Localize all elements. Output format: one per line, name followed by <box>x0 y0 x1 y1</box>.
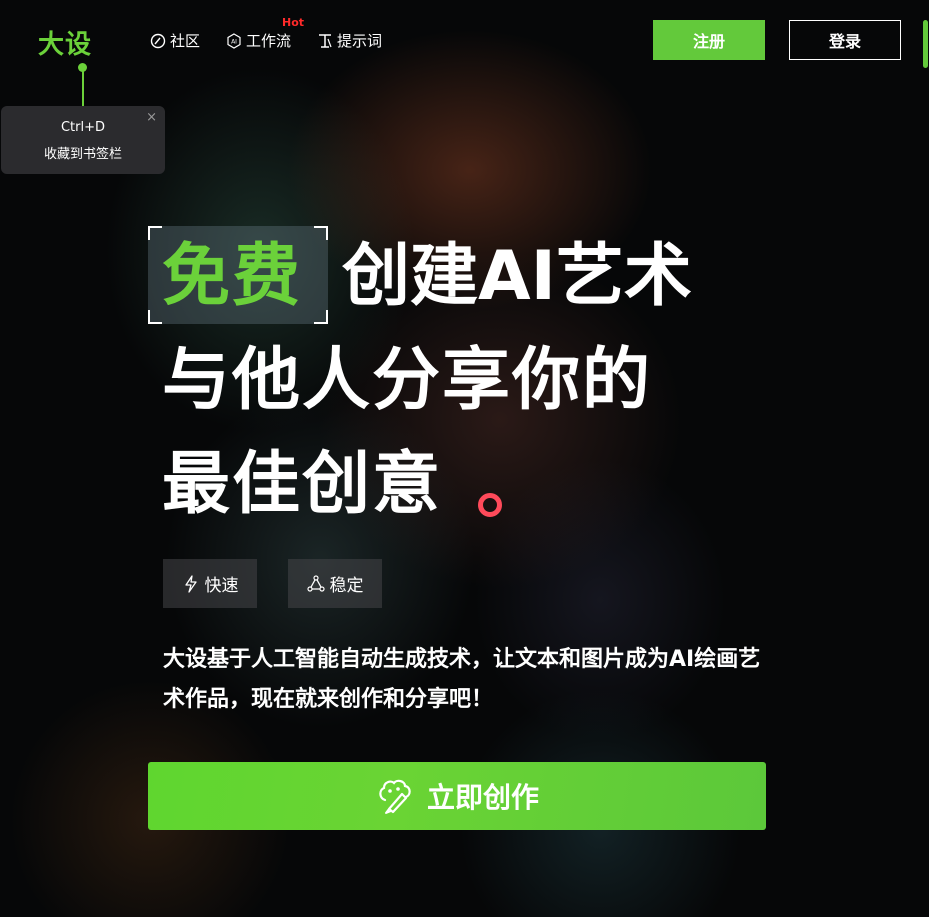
hero-title-line2: 与他人分享你的 <box>162 341 653 420</box>
triangle-nodes-icon <box>306 574 325 592</box>
tag-fast-label: 快速 <box>204 576 239 596</box>
corner-bracket <box>148 310 162 324</box>
corner-bracket <box>148 226 162 240</box>
period-circle <box>478 493 502 517</box>
nav-workflow-label: 工作流 <box>246 32 292 50</box>
nav-community[interactable]: 社区 <box>150 30 200 51</box>
nav-prompt-label: 提示词 <box>337 32 383 50</box>
login-button[interactable]: 登录 <box>789 20 901 60</box>
nav-community-label: 社区 <box>170 32 201 50</box>
tag-fast: 快速 <box>163 559 257 608</box>
brain-brush-icon <box>379 779 411 814</box>
nav-prompt[interactable]: 提示词 <box>317 30 382 51</box>
tag-stable-label: 稳定 <box>329 576 364 596</box>
tag-stable: 稳定 <box>288 559 382 608</box>
tooltip-text: 收藏到书签栏 <box>43 147 122 162</box>
header: 大设 社区 AI 工作流 Hot 提示词 注册 登录 <box>0 0 929 80</box>
tooltip-pointer-line <box>82 68 84 106</box>
hero-description: 大设基于人工智能自动生成技术，让文本和图片成为AI绘画艺术作品，现在就来创作和分… <box>163 647 761 712</box>
create-now-button[interactable]: 立即创作 <box>148 762 766 830</box>
hot-badge: Hot <box>282 16 305 29</box>
corner-bracket <box>314 310 328 324</box>
logo[interactable]: 大设 <box>38 24 92 61</box>
community-icon <box>150 33 166 48</box>
close-icon[interactable]: × <box>146 110 157 125</box>
corner-bracket <box>314 226 328 240</box>
hero-highlight-word: 免费 <box>162 237 303 316</box>
tooltip-shortcut: Ctrl+D <box>60 120 106 135</box>
prompt-icon <box>319 33 332 48</box>
scrollbar[interactable] <box>923 20 928 68</box>
register-button[interactable]: 注册 <box>653 20 765 60</box>
lightning-icon <box>184 574 197 593</box>
hero-title-line1: 创建AI艺术 <box>342 237 692 316</box>
create-now-label: 立即创作 <box>426 781 539 814</box>
hero-title-line3: 最佳创意 <box>162 445 443 524</box>
ai-workflow-icon: AI <box>227 32 241 49</box>
nav-workflow[interactable]: AI 工作流 <box>226 30 291 51</box>
bookmark-tooltip: Ctrl+D 收藏到书签栏 × <box>1 106 165 174</box>
svg-text:AI: AI <box>231 38 237 45</box>
